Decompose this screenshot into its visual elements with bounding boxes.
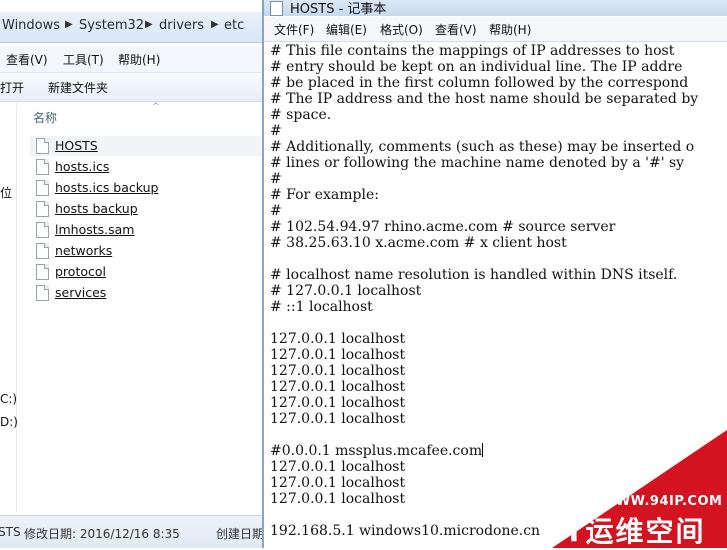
text-line: 127.0.0.1 localhost <box>270 411 406 427</box>
file-name: lmhosts.sam <box>55 222 135 237</box>
nav-drive-c[interactable]: C:) <box>0 392 17 406</box>
notepad-menu-bar: 文件(F) 编辑(E) 格式(O) 查看(V) 帮助(H) <box>264 17 727 42</box>
text-line: # entry should be kept on an individual … <box>270 59 683 75</box>
text-line: # Additionally, comments (such as these)… <box>270 139 695 155</box>
text-line: # localhost name resolution is handled w… <box>270 267 678 283</box>
nav-item-fragment[interactable]: 位 <box>0 184 12 201</box>
text-line: # The IP address and the host name shoul… <box>270 91 699 107</box>
text-line: # 102.54.94.97 rhino.acme.com # source s… <box>270 219 616 235</box>
text-line: #0.0.0.1 mssplus.mcafee.com <box>270 443 484 459</box>
watermark-url: WWW.94IP.COM <box>601 494 723 509</box>
watermark-brand: IT运维空间 <box>552 515 706 548</box>
notepad-icon <box>270 1 283 16</box>
text-line: 192.168.5.1 windows10.microdone.cn <box>270 523 541 539</box>
text-line: 127.0.0.1 localhost <box>270 347 406 363</box>
file-name: services <box>55 285 107 300</box>
column-header-label: 名称 <box>33 111 58 125</box>
explorer-toolbar: 打开 新建文件夹 <box>0 73 262 102</box>
text-line: 127.0.0.1 localhost <box>270 395 406 411</box>
breadcrumb-drivers[interactable]: drivers <box>159 18 204 33</box>
details-modified-date: 修改日期: 2016/12/16 8:35 <box>24 527 180 541</box>
breadcrumb-separator-icon[interactable]: ▶ <box>65 19 73 30</box>
breadcrumb-etc[interactable]: etc <box>224 18 244 33</box>
file-row[interactable]: hosts.ics <box>30 157 262 177</box>
file-name: protocol <box>55 264 106 279</box>
address-bar[interactable]: Windows ▶ System32 ▶ drivers ▶ etc <box>0 12 262 43</box>
details-created-date: 创建日期 <box>216 527 262 541</box>
file-icon <box>36 222 49 238</box>
menu-help[interactable]: 帮助(H) <box>489 21 531 38</box>
file-icon <box>36 285 49 301</box>
file-icon <box>36 159 49 175</box>
menu-help[interactable]: 帮助(H) <box>118 51 160 68</box>
file-name: hosts.ics <box>55 159 110 174</box>
file-row[interactable]: protocol <box>30 262 262 282</box>
text-line: # This file contains the mappings of IP … <box>270 43 675 59</box>
sort-ascending-icon: ^ <box>152 102 160 112</box>
menu-tools[interactable]: 工具(T) <box>63 51 104 68</box>
file-icon <box>36 138 49 154</box>
text-line: # For example: <box>270 187 379 203</box>
file-icon <box>36 243 49 259</box>
file-name: networks <box>55 243 113 258</box>
file-row[interactable]: hosts backup <box>30 199 262 219</box>
breadcrumb-windows[interactable]: Windows <box>2 18 60 33</box>
navigation-pane: 位 C:) D:) <box>0 102 18 512</box>
text-line: 127.0.0.1 localhost <box>270 331 406 347</box>
text-line: 127.0.0.1 localhost <box>270 459 406 475</box>
file-name: HOSTS <box>55 138 98 153</box>
file-row[interactable]: hosts.ics backup <box>30 178 262 198</box>
menu-edit[interactable]: 编辑(E) <box>326 21 367 38</box>
details-file-name: STS <box>0 525 21 539</box>
file-name: hosts.ics backup <box>55 180 159 195</box>
text-line: # 127.0.0.1 localhost <box>270 283 422 299</box>
nav-drive-d[interactable]: D:) <box>0 415 18 429</box>
text-caret <box>482 443 484 457</box>
file-row[interactable]: networks <box>30 241 262 261</box>
file-explorer-window: Windows ▶ System32 ▶ drivers ▶ etc 查看(V)… <box>0 0 262 548</box>
explorer-menu-bar: 查看(V) 工具(T) 帮助(H) <box>0 46 262 73</box>
text-line: # space. <box>270 107 332 123</box>
menu-view[interactable]: 查看(V) <box>6 51 48 68</box>
text-line: # 38.25.63.10 x.acme.com # x client host <box>270 235 567 251</box>
menu-view[interactable]: 查看(V) <box>435 21 477 38</box>
breadcrumb-separator-icon[interactable]: ▶ <box>211 19 219 30</box>
text-line: 127.0.0.1 localhost <box>270 379 406 395</box>
text-line: # ::1 localhost <box>270 299 373 315</box>
menu-file[interactable]: 文件(F) <box>274 21 314 38</box>
text-line: # lines or following the machine name de… <box>270 155 685 171</box>
text-line: 127.0.0.1 localhost <box>270 491 406 507</box>
text-line: # <box>270 171 282 187</box>
column-header-name[interactable]: 名称 ^ <box>26 102 262 128</box>
open-button[interactable]: 打开 <box>0 79 24 96</box>
details-pane: STS 修改日期: 2016/12/16 8:35 创建日期 <box>0 515 262 548</box>
text-line: # <box>270 123 282 139</box>
text-line: 127.0.0.1 localhost <box>270 363 406 379</box>
file-icon <box>36 180 49 196</box>
menu-format[interactable]: 格式(O) <box>380 21 423 38</box>
file-row[interactable]: lmhosts.sam <box>30 220 262 240</box>
file-name: hosts backup <box>55 201 138 216</box>
file-icon <box>36 264 49 280</box>
file-row[interactable]: services <box>30 283 262 303</box>
notepad-title: HOSTS - 记事本 <box>290 2 387 17</box>
notepad-title-bar[interactable]: HOSTS - 记事本 <box>264 0 727 17</box>
file-icon <box>36 201 49 217</box>
new-folder-button[interactable]: 新建文件夹 <box>48 79 108 96</box>
breadcrumb-separator-icon[interactable]: ▶ <box>145 19 153 30</box>
text-line: 127.0.0.1 localhost <box>270 475 406 491</box>
file-row[interactable]: HOSTS <box>30 136 262 156</box>
text-line: # be placed in the first column followed… <box>270 75 689 91</box>
text-line: # <box>270 203 282 219</box>
breadcrumb-system32[interactable]: System32 <box>79 18 144 33</box>
